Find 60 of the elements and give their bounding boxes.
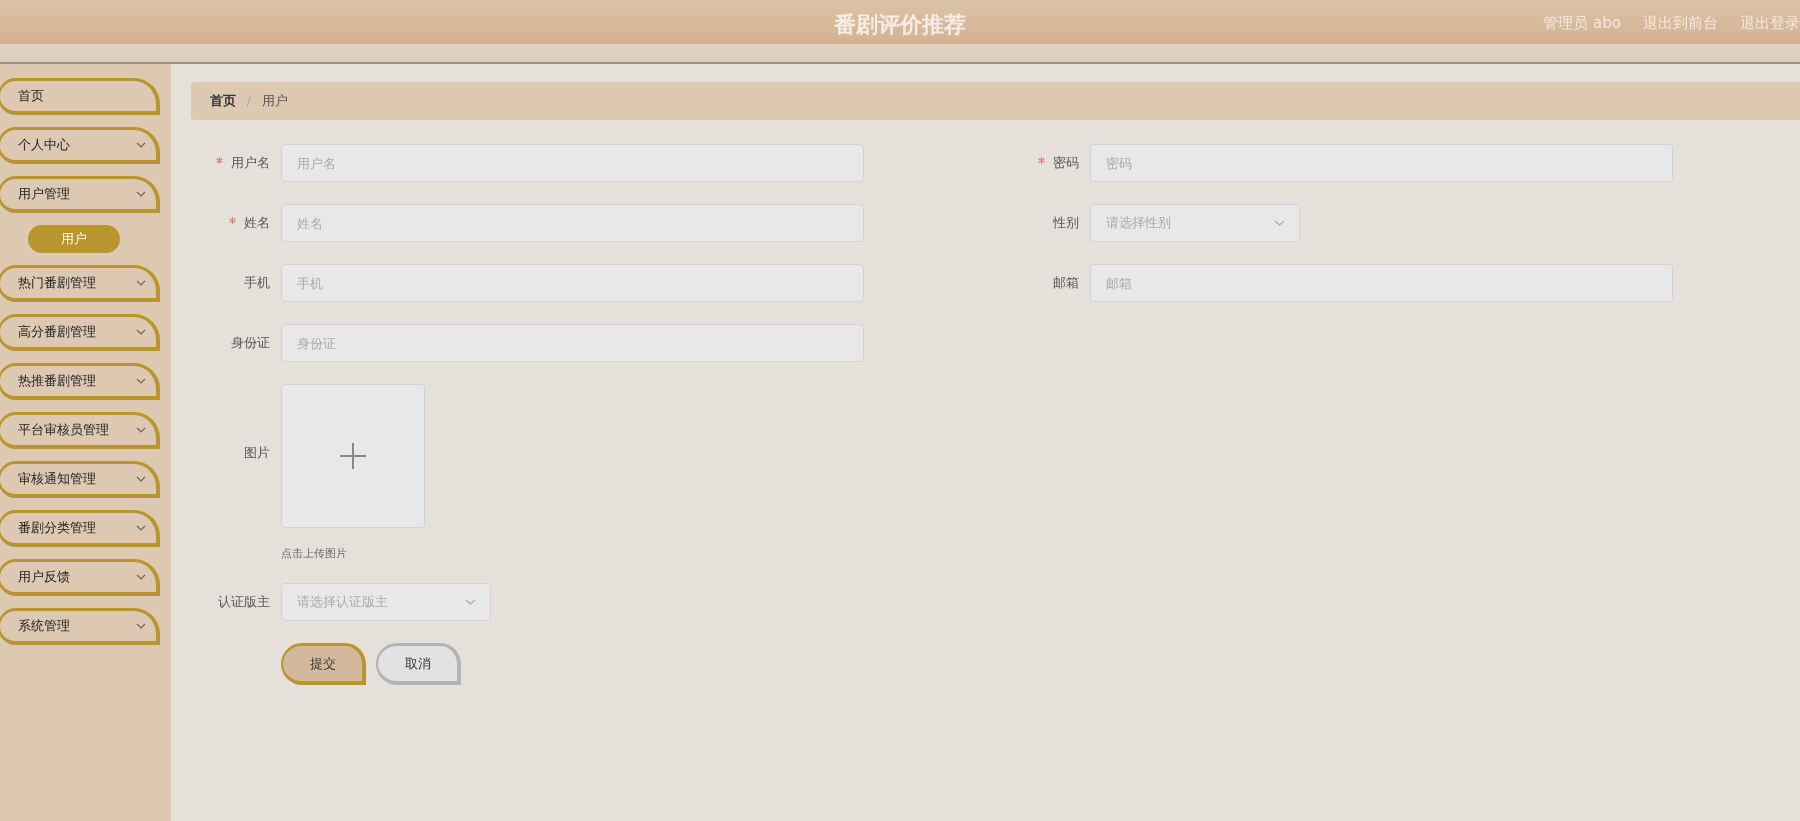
- app-title: 番剧评价推荐: [834, 11, 966, 39]
- breadcrumb-item: 用户: [262, 92, 288, 110]
- input-field[interactable]: 邮箱: [1090, 264, 1673, 302]
- input-field[interactable]: 身份证: [281, 324, 864, 362]
- menu-item[interactable]: 用户反馈: [0, 559, 160, 596]
- menu-item[interactable]: 首页: [0, 78, 160, 115]
- chevron-icon: [136, 142, 146, 148]
- chevron-icon: [136, 191, 146, 197]
- field-label: 密码: [1053, 155, 1079, 170]
- menu-item[interactable]: 平台审核员管理: [0, 412, 160, 449]
- chevron-icon: [136, 329, 146, 335]
- menu-label: 审核通知管理: [18, 470, 96, 488]
- chevron-icon: [136, 427, 146, 433]
- input-field[interactable]: 用户名: [281, 144, 864, 182]
- input-field[interactable]: 手机: [281, 264, 864, 302]
- menu-label: 平台审核员管理: [18, 421, 109, 439]
- field-label: 姓名: [244, 215, 270, 230]
- menu-item[interactable]: 审核通知管理: [0, 461, 160, 498]
- menu-item[interactable]: 高分番剧管理: [0, 314, 160, 351]
- chevron-icon: [1274, 220, 1285, 226]
- field-label: 用户名: [231, 155, 270, 170]
- breadcrumb-item[interactable]: 首页: [210, 92, 236, 110]
- upload-hint: 点击上传图片: [281, 546, 347, 561]
- slash-separator-icon: [246, 95, 252, 107]
- chevron-icon: [465, 599, 476, 605]
- input-field[interactable]: 密码: [1090, 144, 1673, 182]
- plus-icon: [340, 443, 366, 469]
- menu-item[interactable]: 热推番剧管理: [0, 363, 160, 400]
- field-label: 认证版主: [218, 594, 270, 609]
- menu-item[interactable]: 系统管理: [0, 608, 160, 645]
- admin-name: 管理员 abo: [1543, 14, 1621, 33]
- menu-label: 系统管理: [18, 617, 70, 635]
- field-label: 性别: [1053, 215, 1079, 230]
- cancel-button[interactable]: 取消: [376, 643, 461, 685]
- upload-box[interactable]: [281, 384, 425, 528]
- menu-item[interactable]: 用户管理: [0, 176, 160, 213]
- field-label: 手机: [244, 275, 270, 290]
- input-field[interactable]: 姓名: [281, 204, 864, 242]
- menu-label: 热门番剧管理: [18, 274, 96, 292]
- menu-label: 用户反馈: [18, 568, 70, 586]
- menu-label: 番剧分类管理: [18, 519, 96, 537]
- menu-label: 个人中心: [18, 136, 70, 154]
- menu-item[interactable]: 番剧分类管理: [0, 510, 160, 547]
- chevron-icon: [136, 280, 146, 286]
- submit-button[interactable]: 提交: [281, 643, 366, 685]
- menu-label: 热推番剧管理: [18, 372, 96, 390]
- field-label: 邮箱: [1053, 275, 1079, 290]
- field-label: 图片: [244, 444, 270, 460]
- chevron-icon: [136, 476, 146, 482]
- chevron-icon: [136, 525, 146, 531]
- menu-label: 用户管理: [18, 185, 70, 203]
- select-placeholder: 请选择认证版主: [297, 593, 388, 611]
- chevron-icon: [136, 378, 146, 384]
- chevron-icon: [136, 623, 146, 629]
- select-placeholder: 请选择性别: [1106, 214, 1171, 232]
- menu-label: 高分番剧管理: [18, 323, 96, 341]
- chevron-icon: [136, 574, 146, 580]
- menu-item[interactable]: 热门番剧管理: [0, 265, 160, 302]
- field-label: 身份证: [231, 335, 270, 350]
- menu-item[interactable]: 个人中心: [0, 127, 160, 164]
